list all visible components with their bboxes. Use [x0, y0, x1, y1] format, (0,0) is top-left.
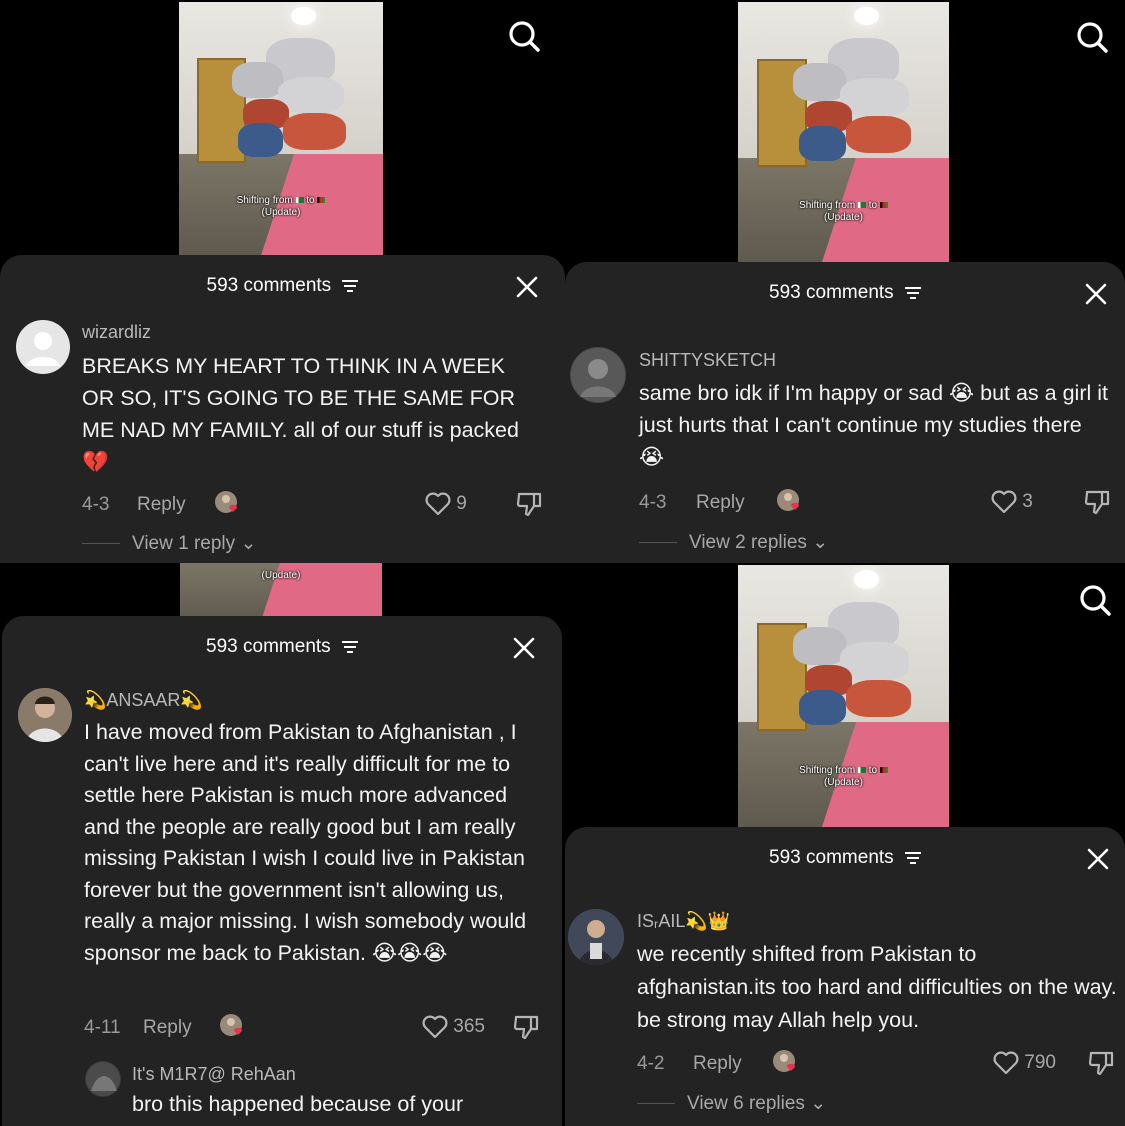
like-count: 790 — [1024, 1052, 1056, 1074]
video-caption: Shifting from to (Update) — [738, 765, 949, 789]
comments-sheet: 593 comments 💫ANSAAR💫 I have moved from … — [2, 616, 562, 1126]
reply-text: bro this happened because of your — [132, 1092, 464, 1116]
creator-liked-avatar-icon — [220, 1014, 243, 1036]
comments-header: 593 comments — [2, 636, 562, 658]
reply-button[interactable]: Reply — [137, 494, 186, 516]
comment-username[interactable]: 💫ANSAAR💫 — [84, 690, 203, 711]
avatar[interactable] — [16, 320, 70, 374]
like-count: 365 — [453, 1016, 485, 1038]
avatar[interactable] — [570, 347, 626, 403]
default-avatar-icon — [26, 332, 60, 366]
dislike-icon[interactable] — [1087, 1049, 1115, 1077]
like-button[interactable]: 9 — [425, 492, 467, 516]
heart-icon — [422, 1015, 448, 1039]
like-button[interactable]: 365 — [422, 1015, 485, 1039]
video-thumbnail[interactable]: Shifting from to (Update) — [738, 565, 949, 827]
search-icon[interactable] — [1078, 583, 1112, 617]
reply-button[interactable]: Reply — [143, 1017, 192, 1039]
pakistan-flag-icon — [858, 202, 866, 209]
like-count: 3 — [1022, 491, 1033, 513]
creator-liked-avatar-icon — [215, 491, 238, 513]
reply-username[interactable]: It's M1R7@ RehAan — [132, 1064, 296, 1085]
comment-date: 4-2 — [637, 1053, 665, 1074]
creator-liked-avatar-icon — [777, 489, 800, 511]
chevron-down-icon: ⌄ — [810, 1093, 827, 1114]
view-replies-button[interactable]: View 2 replies ⌄ — [639, 531, 828, 554]
comments-sheet: 593 comments wizardliz BREAKS MY HEART T… — [0, 255, 565, 563]
dislike-icon[interactable] — [512, 1013, 540, 1041]
comment-text: BREAKS MY HEART TO THINK IN A WEEK OR SO… — [82, 354, 519, 474]
avatar[interactable] — [18, 688, 72, 742]
sort-filter-icon[interactable] — [904, 851, 921, 864]
like-button[interactable]: 790 — [993, 1051, 1056, 1075]
close-icon[interactable] — [1086, 847, 1110, 871]
search-icon[interactable] — [1075, 20, 1109, 54]
panel-2: Shifting from to (Update) 593 comments S… — [565, 0, 1125, 563]
video-caption: (Update) — [261, 570, 301, 581]
comment-username[interactable]: wizardliz — [82, 322, 151, 343]
avatar[interactable] — [568, 909, 624, 965]
afghanistan-flag-icon — [879, 767, 888, 774]
close-icon[interactable] — [512, 636, 536, 660]
pakistan-flag-icon — [858, 767, 866, 774]
video-thumbnail[interactable]: (Update) — [180, 563, 382, 621]
afghanistan-flag-icon — [879, 202, 888, 209]
sort-filter-icon[interactable] — [341, 640, 358, 653]
sketch-avatar-icon — [571, 348, 625, 402]
search-icon[interactable] — [507, 19, 541, 53]
comments-sheet: 593 comments ISᵣAIL💫👑 we recently shifte… — [565, 827, 1125, 1126]
video-thumbnail[interactable]: Shifting from to (Update) — [179, 2, 383, 256]
comments-sheet: 593 comments SHITTYSKETCH same bro idk i… — [565, 262, 1125, 563]
comment-date: 4-11 — [84, 1017, 121, 1038]
reply-button[interactable]: Reply — [693, 1053, 742, 1075]
like-count: 9 — [456, 493, 467, 515]
comment-username[interactable]: SHITTYSKETCH — [639, 350, 776, 371]
dislike-icon[interactable] — [515, 490, 543, 518]
comments-header: 593 comments — [0, 275, 565, 297]
profile-photo-icon — [568, 909, 624, 965]
view-replies-button[interactable]: View 1 reply ⌄ — [82, 532, 256, 555]
panel-4: Shifting from to (Update) 593 comments I… — [565, 563, 1125, 1126]
chevron-down-icon: ⌄ — [240, 533, 257, 554]
heart-icon — [991, 490, 1017, 514]
pakistan-flag-icon — [295, 197, 304, 204]
sort-filter-icon[interactable] — [342, 279, 359, 292]
heart-icon — [993, 1051, 1019, 1075]
heart-icon — [425, 492, 451, 516]
creator-liked-avatar-icon — [773, 1050, 796, 1072]
comment-date: 4-3 — [639, 492, 667, 513]
video-thumbnail[interactable]: Shifting from to (Update) — [738, 2, 949, 262]
afghanistan-flag-icon — [317, 197, 326, 204]
panel-1: Shifting from to (Update) 593 comments w… — [0, 0, 565, 563]
comment-text: I have moved from Pakistan to Afghanista… — [84, 720, 527, 965]
profile-photo-icon — [18, 688, 72, 742]
comments-header: 593 comments — [565, 847, 1125, 869]
close-icon[interactable] — [1084, 282, 1108, 306]
chevron-down-icon: ⌄ — [812, 532, 829, 553]
dislike-icon[interactable] — [1083, 488, 1111, 516]
comment-text: we recently shifted from Pakistan to afg… — [637, 942, 1117, 1032]
comment-date: 4-3 — [82, 494, 110, 515]
sort-filter-icon[interactable] — [904, 286, 921, 299]
reply-button[interactable]: Reply — [696, 492, 745, 514]
comment-text: same bro idk if I'm happy or sad 😭 but a… — [639, 381, 1108, 469]
profile-photo-icon — [86, 1062, 120, 1096]
close-icon[interactable] — [515, 275, 539, 299]
video-caption: Shifting from to (Update) — [179, 195, 383, 219]
comment-username[interactable]: ISᵣAIL💫👑 — [637, 911, 730, 932]
comments-header: 593 comments — [565, 282, 1125, 304]
panel-3: (Update) 593 comments 💫ANSAAR💫 I have mo… — [0, 563, 565, 1126]
view-replies-button[interactable]: View 6 replies ⌄ — [637, 1092, 826, 1115]
reply-avatar[interactable] — [85, 1061, 121, 1097]
like-button[interactable]: 3 — [991, 490, 1033, 514]
video-caption: Shifting from to (Update) — [738, 200, 949, 224]
